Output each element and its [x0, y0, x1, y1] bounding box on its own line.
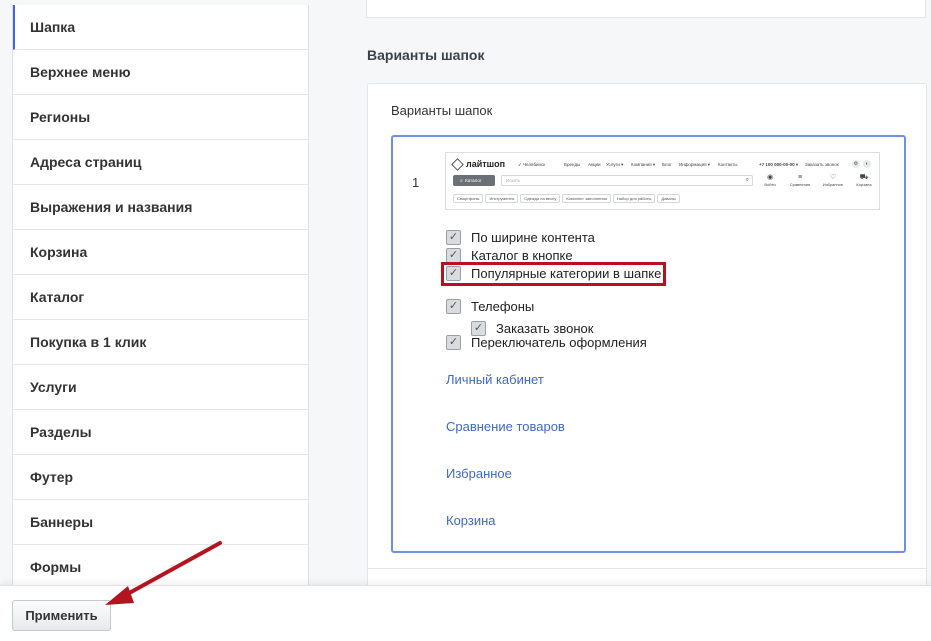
- sidebar-item-label: Разделы: [30, 424, 92, 440]
- link-compare[interactable]: Сравнение товаров: [446, 419, 565, 434]
- preview-categories: Смартфоны Инструменты Одежда на весну Ко…: [453, 194, 680, 203]
- highlight-frame: [441, 262, 666, 286]
- cart-icon: ⛟: [859, 174, 869, 181]
- sidebar-item-page-addresses[interactable]: Адреса страниц: [13, 140, 308, 185]
- sidebar-item-services[interactable]: Услуги: [13, 365, 308, 410]
- sidebar-item-label: Баннеры: [30, 514, 94, 530]
- checkbox-checked-icon[interactable]: ✓: [446, 230, 461, 245]
- preview-menu-2: Услуги ▾: [606, 162, 624, 167]
- sidebar-item-top-menu[interactable]: Верхнее меню: [13, 50, 308, 95]
- main-content: Варианты шапок Варианты шапок 1 лайтшоп …: [309, 0, 931, 585]
- checkbox-checked-icon[interactable]: ✓: [446, 299, 461, 314]
- option-phones[interactable]: ✓ Телефоны: [446, 299, 534, 314]
- preview-menu-6: Контакты: [718, 162, 738, 167]
- header-variants-card: Варианты шапок 1 лайтшоп ➶ Челябинск Бре…: [367, 83, 927, 578]
- cart-label: Корзина: [856, 182, 872, 187]
- preview-menu-4: Блог: [662, 162, 672, 167]
- sidebar-item-regions[interactable]: Регионы: [13, 95, 308, 140]
- favorites-label: Избранное: [822, 182, 844, 187]
- previous-card: [366, 0, 926, 18]
- preview-menu-0: Бренды: [564, 162, 581, 167]
- sidebar-item-footer[interactable]: Футер: [13, 455, 308, 500]
- option-label: По ширине контента: [471, 230, 595, 245]
- preview-logo: лайтшоп: [451, 157, 506, 171]
- preview-login: ◉ Войти: [756, 174, 784, 187]
- heart-icon: ♡: [829, 174, 837, 181]
- preview-menu-1: Акции: [588, 162, 601, 167]
- preview-chip: Смартфоны: [453, 194, 484, 203]
- preview-callback: Заказать звонок: [805, 162, 839, 167]
- sidebar-item-label: Услуги: [30, 379, 77, 395]
- sidebar-item-label: Регионы: [30, 109, 91, 125]
- link-favorites[interactable]: Избранное: [446, 466, 512, 481]
- link-cart[interactable]: Корзина: [446, 513, 496, 528]
- option-label: Заказать звонок: [496, 321, 594, 336]
- sidebar-item-cart[interactable]: Корзина: [13, 230, 308, 275]
- card-title: Варианты шапок: [391, 103, 493, 118]
- compare-icon: ≡: [797, 174, 803, 181]
- header-variant-option[interactable]: 1 лайтшоп ➶ Челябинск Бренды Акции Услуг…: [391, 135, 906, 553]
- sidebar-item-label: Корзина: [30, 244, 88, 260]
- sidebar-item-one-click[interactable]: Покупка в 1 клик: [13, 320, 308, 365]
- option-label: Телефоны: [471, 299, 535, 314]
- sidebar-item-header[interactable]: Шапка: [13, 5, 308, 50]
- sidebar-item-sections[interactable]: Разделы: [13, 410, 308, 455]
- checkbox-checked-icon[interactable]: ✓: [471, 321, 486, 336]
- city-text: Челябинск: [523, 162, 546, 167]
- preview-chip: Диваны: [657, 194, 680, 203]
- preview-compare: ≡ Сравнение: [786, 174, 814, 187]
- search-icon: ⌕: [745, 177, 749, 183]
- option-callback[interactable]: ✓ Заказать звонок: [471, 321, 593, 336]
- sidebar-item-banners[interactable]: Баннеры: [13, 500, 308, 545]
- preview-chip: Инструменты: [485, 194, 519, 203]
- preview-chip: Одежда на весну: [520, 194, 561, 203]
- option-full-width[interactable]: ✓ По ширине контента: [446, 230, 595, 245]
- compare-label: Сравнение: [789, 182, 811, 187]
- preview-search-placeholder: Искать: [506, 178, 521, 183]
- sidebar-item-label: Покупка в 1 клик: [30, 334, 147, 350]
- sidebar-item-label: Выражения и названия: [30, 199, 193, 215]
- sidebar-item-label: Каталог: [30, 289, 85, 305]
- sidebar-item-label: Адреса страниц: [30, 154, 142, 170]
- next-variant-card[interactable]: [367, 568, 927, 585]
- preview-chip: Комплект заполнения: [562, 194, 611, 203]
- sidebar-item-label: Верхнее меню: [30, 64, 131, 80]
- preview-chip: Набор для работы: [612, 194, 656, 203]
- option-label: Каталог в кнопке: [471, 248, 573, 263]
- checkbox-checked-icon[interactable]: ✓: [446, 335, 461, 350]
- preview-menu-3: Компания ▾: [631, 162, 656, 167]
- checkbox-checked-icon[interactable]: ✓: [446, 248, 461, 263]
- variant-number: 1: [412, 175, 420, 190]
- preview-catalog-button: ≡ Каталог: [453, 175, 495, 186]
- sidebar-item-phrases[interactable]: Выражения и названия: [13, 185, 308, 230]
- apply-button[interactable]: Применить: [12, 600, 111, 631]
- sidebar-item-label: Формы: [30, 559, 82, 575]
- preview-phone: +7 100 000-00-00 ▾: [759, 162, 799, 167]
- header-preview-image[interactable]: лайтшоп ➶ Челябинск Бренды Акции Услуги …: [445, 152, 880, 210]
- link-personal-account[interactable]: Личный кабинет: [446, 372, 544, 387]
- logo-icon: [451, 157, 464, 171]
- logo-text: лайтшоп: [466, 159, 506, 169]
- preview-search: Искать ⌕: [501, 175, 753, 186]
- preview-city: ➶ Челябинск: [518, 162, 546, 167]
- sidebar-item-label: Футер: [30, 469, 74, 485]
- catalog-button-label: Каталог: [465, 178, 482, 183]
- preview-cart: ⛟ Корзина: [850, 174, 878, 187]
- sidebar-item-forms[interactable]: Формы: [13, 545, 308, 585]
- option-theme-switcher[interactable]: ✓ Переключатель оформления: [446, 335, 647, 350]
- preview-menu-5: Информация ▾: [679, 162, 711, 167]
- sidebar-item-catalog[interactable]: Каталог: [13, 275, 308, 320]
- option-catalog-button[interactable]: ✓ Каталог в кнопке: [446, 248, 573, 263]
- preview-theme-icon: ◐: [863, 160, 871, 168]
- sidebar-item-label: Шапка: [30, 19, 76, 35]
- preview-settings-icon: ⚙: [852, 160, 860, 168]
- settings-sidebar: Шапка Верхнее меню Регионы Адреса страни…: [12, 5, 309, 585]
- preview-favorites: ♡ Избранное: [819, 174, 847, 187]
- login-label: Войти: [764, 182, 776, 187]
- bottom-action-bar: Применить: [0, 585, 931, 641]
- section-title: Варианты шапок: [367, 47, 485, 63]
- user-icon: ◉: [766, 174, 774, 181]
- option-label: Переключатель оформления: [471, 335, 647, 350]
